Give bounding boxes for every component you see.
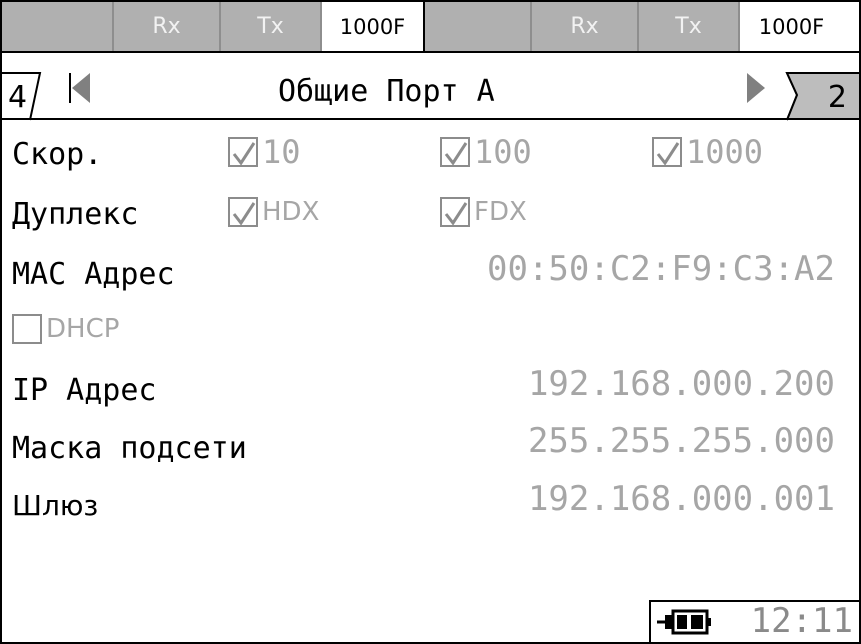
ip-address-label: IP Адрес [12,373,157,408]
checkbox-box [12,314,42,344]
speed-1000-checkbox[interactable]: 1000 [652,136,763,168]
power-plug-icon [657,609,711,635]
duplex-hdx-label: HDX [262,197,320,227]
duplex-fdx-label: FDX [474,197,527,227]
mac-address-label: МАС Адрес [12,257,175,292]
speed-10-label: 10 [262,133,301,171]
next-page-number: 2 [827,80,847,115]
speed-label: Скор. [12,137,103,172]
speed-10-checkbox[interactable]: 10 [228,136,301,168]
checkmark-icon [656,142,680,166]
port-a-tx-indicator: Tx [221,2,322,51]
port-b-tx-indicator: Tx [639,2,740,51]
gateway-label: Шлюз [12,489,99,522]
arrow-right-icon [747,73,765,103]
status-bar: Rx Tx 1000F Rx Tx 1000F [2,2,859,53]
subnet-mask-label: Маска подсети [12,431,247,466]
speed-100-checkbox[interactable]: 100 [440,136,532,168]
dhcp-label: DHCP [46,314,120,344]
port-a-link-indicator [2,2,114,51]
mac-address-value[interactable]: 00:50:C2:F9:C3:A2 [487,252,835,286]
port-b-link-indicator [425,2,532,51]
checkbox-box [652,137,682,167]
prev-page-tab[interactable]: 4 [2,65,102,121]
page-nav-bar: 4 Общие Порт А 2 [2,53,859,121]
nav-divider [2,118,859,120]
duplex-hdx-checkbox[interactable]: HDX [228,197,319,227]
prev-page-number: 4 [8,80,28,115]
next-page-tab[interactable]: 2 [739,65,859,121]
checkbox-box [440,197,470,227]
gateway-value[interactable]: 192.168.000.001 [528,482,835,516]
checkmark-icon [232,142,256,166]
ip-address-value[interactable]: 192.168.000.200 [528,367,835,401]
speed-100-label: 100 [474,133,532,171]
checkbox-box [228,137,258,167]
checkmark-icon [232,202,256,226]
duplex-label: Дуплекс [12,197,139,232]
port-a-mode-indicator: 1000F [322,2,425,51]
port-a-rx-indicator: Rx [114,2,221,51]
port-b-mode-indicator: 1000F [740,2,843,51]
page-title: Общие Порт А [278,74,495,109]
dhcp-checkbox[interactable]: DHCP [12,314,119,344]
clock-panel: 12:11 [649,600,859,642]
subnet-mask-value[interactable]: 255.255.255.000 [528,424,835,458]
port-b-rx-indicator: Rx [532,2,639,51]
device-screen: Rx Tx 1000F Rx Tx 1000F 4 Общие Порт А 2 [0,0,861,644]
checkbox-box [228,197,258,227]
speed-1000-label: 1000 [686,133,764,171]
checkmark-icon [444,142,468,166]
clock-time: 12:11 [750,601,853,641]
duplex-fdx-checkbox[interactable]: FDX [440,197,527,227]
checkmark-icon [444,202,468,226]
checkbox-box [440,137,470,167]
arrow-left-icon [72,73,90,103]
